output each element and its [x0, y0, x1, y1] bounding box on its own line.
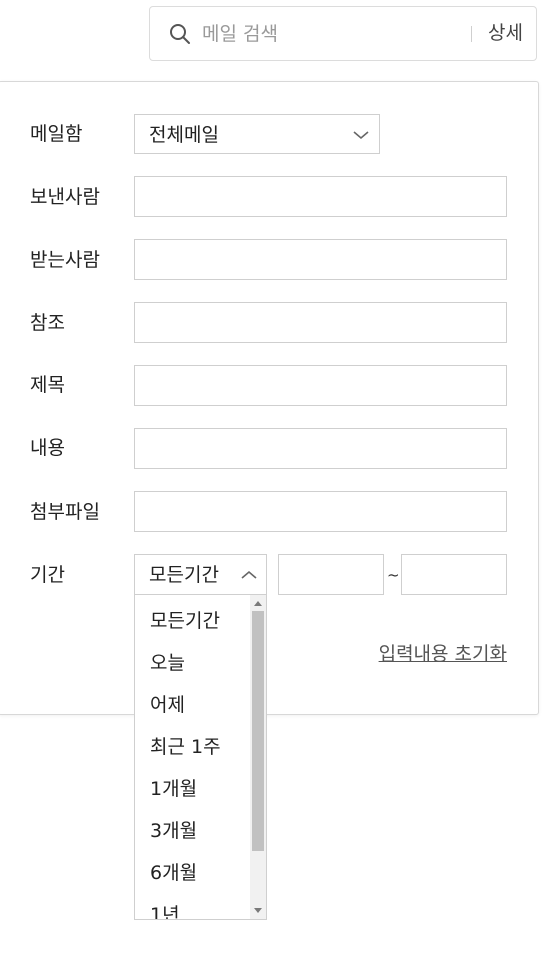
mailbox-select[interactable]: 전체메일	[134, 114, 380, 154]
period-select[interactable]: 모든기간	[134, 554, 267, 595]
search-divider	[471, 26, 472, 42]
mailbox-label: 메일함	[30, 123, 83, 145]
period-start-field[interactable]	[278, 554, 384, 595]
subject-label: 제목	[30, 374, 65, 396]
dropdown-scrollbar[interactable]	[250, 595, 266, 919]
scroll-down-icon[interactable]	[254, 908, 262, 913]
attachment-field[interactable]	[134, 491, 507, 532]
period-option-6months[interactable]: 6개월	[150, 860, 197, 886]
cc-field[interactable]	[134, 302, 507, 343]
period-option-1year[interactable]: 1년	[150, 902, 180, 919]
period-dropdown-list[interactable]: 모든기간 오늘 어제 최근 1주 1개월 3개월 6개월 1년	[134, 594, 267, 920]
period-option-yesterday[interactable]: 어제	[150, 692, 185, 718]
period-select-value: 모든기간	[149, 564, 219, 586]
content-field[interactable]	[134, 428, 507, 469]
detail-search-button[interactable]: 상세	[488, 20, 523, 46]
cc-label: 참조	[30, 312, 65, 334]
mailbox-select-value: 전체메일	[149, 124, 219, 146]
period-tilde: ~	[387, 566, 400, 584]
chevron-up-icon	[241, 570, 257, 579]
content-label: 내용	[30, 437, 65, 459]
period-option-3months[interactable]: 3개월	[150, 818, 197, 844]
recipient-label: 받는사람	[30, 249, 100, 271]
period-option-all[interactable]: 모든기간	[150, 608, 220, 634]
recipient-field[interactable]	[134, 239, 507, 280]
scrollbar-thumb[interactable]	[252, 611, 264, 851]
subject-field[interactable]	[134, 365, 507, 406]
period-option-1month[interactable]: 1개월	[150, 776, 197, 802]
scroll-up-icon[interactable]	[254, 601, 262, 606]
attachment-label: 첨부파일	[30, 501, 100, 523]
search-icon	[170, 24, 190, 44]
chevron-down-icon	[353, 131, 369, 140]
search-input[interactable]: 메일 검색	[202, 21, 278, 47]
period-label: 기간	[30, 564, 65, 586]
period-option-today[interactable]: 오늘	[150, 650, 185, 676]
search-bar[interactable]: 메일 검색 상세	[149, 6, 537, 61]
sender-label: 보낸사람	[30, 186, 100, 208]
reset-input-link[interactable]: 입력내용 초기화	[379, 641, 507, 667]
period-end-field[interactable]	[401, 554, 507, 595]
sender-field[interactable]	[134, 176, 507, 217]
period-option-1week[interactable]: 최근 1주	[150, 734, 221, 760]
